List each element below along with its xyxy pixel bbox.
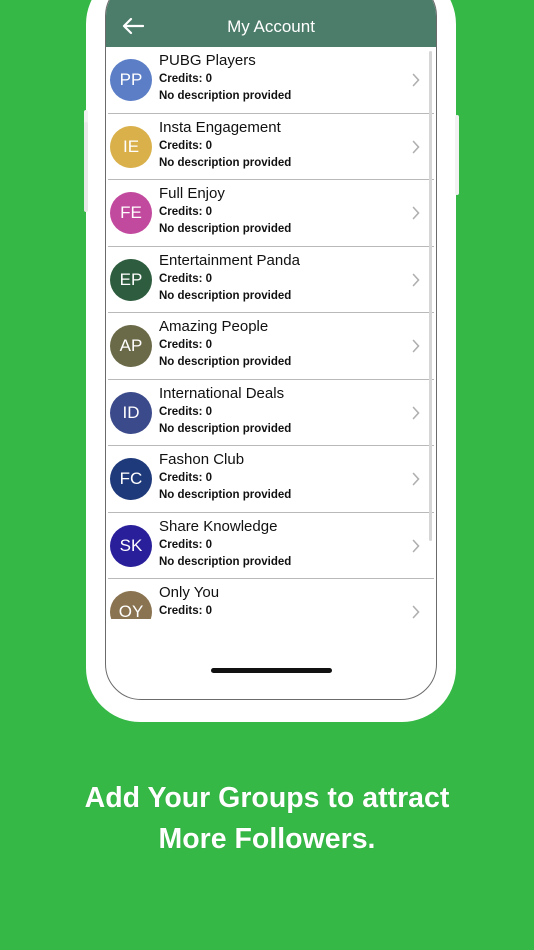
group-description: No description provided <box>159 555 292 568</box>
app-header: My Account <box>106 0 436 47</box>
list-item[interactable]: FC Fashon Club Credits: 0 No description pr… <box>108 446 434 513</box>
group-credits: Credits: 0 <box>159 605 213 617</box>
group-credits: Credits: 0 <box>159 538 213 551</box>
group-description: No description provided <box>159 223 292 235</box>
group-description: No description provided <box>159 489 292 501</box>
group-description: No description provided <box>159 90 292 102</box>
group-credits: Credits: 0 <box>159 139 213 152</box>
chevron-right-icon[interactable] <box>412 539 420 553</box>
power-button <box>455 115 459 195</box>
avatar: EP <box>110 258 152 301</box>
group-credits: Credits: 0 <box>159 405 213 418</box>
list-item[interactable]: FE Full Enjoy Credits: 0 No description pro… <box>108 180 434 247</box>
group-description: No description provided <box>159 289 292 302</box>
scrollbar[interactable] <box>429 51 432 541</box>
phone-screen: My Account PP PUBG Players Credits: 0 No de… <box>105 0 437 700</box>
caption-line-1: Add Your Groups to attract <box>84 782 450 814</box>
page-title: My Account <box>227 17 315 36</box>
avatar: FC <box>110 458 152 500</box>
group-name: Insta Engagement <box>159 118 281 136</box>
list-item[interactable]: OY Only You Credits: 0 <box>108 579 434 619</box>
chevron-right-icon[interactable] <box>412 472 420 486</box>
group-description: No description provided <box>159 356 292 368</box>
list-item[interactable]: IE Insta Engagement Credits: 0 No descripti… <box>108 113 434 180</box>
chevron-right-icon[interactable] <box>412 605 420 619</box>
chevron-right-icon[interactable] <box>412 206 420 220</box>
avatar: OY <box>110 591 152 619</box>
group-name: Entertainment Panda <box>159 251 300 269</box>
list-item[interactable]: SK Share Knowledge Credits: 0 No descriptio… <box>108 512 434 579</box>
group-credits: Credits: 0 <box>159 339 213 351</box>
chevron-right-icon[interactable] <box>412 73 420 87</box>
group-credits: Credits: 0 <box>159 272 213 285</box>
avatar: SK <box>110 524 152 567</box>
avatar: AP <box>110 325 152 367</box>
chevron-right-icon[interactable] <box>412 140 420 154</box>
group-description: No description provided <box>159 156 292 169</box>
list-item[interactable]: ID International Deals Credits: 0 No descri… <box>108 379 434 446</box>
chevron-right-icon[interactable] <box>412 339 420 353</box>
group-description: No description provided <box>159 422 292 435</box>
group-credits: Credits: 0 <box>159 73 213 85</box>
group-credits: Credits: 0 <box>159 206 213 218</box>
group-name: Only You <box>159 584 220 601</box>
list-item[interactable]: AP Amazing People Credits: 0 No description… <box>108 313 434 380</box>
chevron-right-icon[interactable] <box>412 273 420 287</box>
group-name: Full Enjoy <box>159 185 225 202</box>
list-item[interactable]: PP PUBG Players Credits: 0 No description p… <box>108 47 434 114</box>
avatar: IE <box>110 125 152 168</box>
group-credits: Credits: 0 <box>159 472 213 484</box>
group-list[interactable]: PP PUBG Players Credits: 0 No description p… <box>108 47 434 619</box>
promo-caption: Add Your Groups to attract More Follower… <box>0 778 534 860</box>
avatar: PP <box>110 59 152 101</box>
list-item[interactable]: EP Entertainment Panda Credits: 0 No descri… <box>108 246 434 313</box>
group-name: International Deals <box>159 384 285 402</box>
caption-line-2: More Followers. <box>158 823 376 855</box>
avatar: FE <box>110 192 152 234</box>
group-name: Fashon Club <box>159 451 245 468</box>
chevron-right-icon[interactable] <box>412 406 420 420</box>
group-name: Amazing People <box>159 318 269 335</box>
avatar: ID <box>110 391 152 434</box>
home-indicator <box>211 668 332 673</box>
group-name: PUBG Players <box>159 52 256 69</box>
group-name: Share Knowledge <box>159 517 278 535</box>
volume-button-lower <box>84 122 88 212</box>
